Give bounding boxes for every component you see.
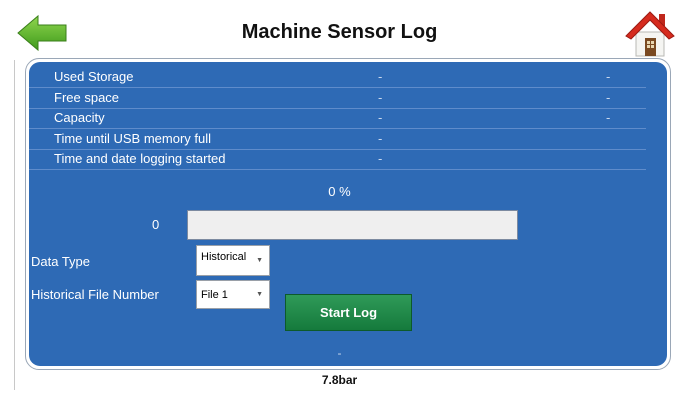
data-type-label: Data Type	[31, 254, 91, 269]
left-border-line	[14, 60, 15, 390]
info-label: Capacity	[54, 110, 105, 125]
file-number-value: File 1	[201, 289, 228, 301]
info-value: -	[378, 69, 383, 84]
home-icon	[625, 11, 675, 57]
info-label: Time and date logging started	[54, 151, 226, 166]
chevron-down-icon: ▼	[256, 257, 263, 264]
info-label: Used Storage	[54, 69, 134, 84]
data-type-value: Historical	[201, 251, 247, 263]
data-type-select[interactable]: Historical ▼	[196, 245, 270, 276]
info-value-secondary: -	[606, 90, 611, 105]
info-value: -	[378, 90, 383, 105]
progress-bar	[187, 210, 518, 240]
info-row-free-space: Free space - -	[29, 88, 646, 109]
info-value-secondary: -	[606, 110, 611, 125]
footer-value: -	[337, 346, 342, 360]
info-value: -	[378, 151, 383, 166]
info-row-used-storage: Used Storage - -	[29, 67, 646, 88]
file-number-select[interactable]: File 1 ▼	[196, 280, 270, 309]
info-label: Time until USB memory full	[54, 131, 211, 146]
home-button[interactable]	[624, 8, 676, 60]
pressure-status: 7.8bar	[321, 373, 358, 387]
info-row-time-until-full: Time until USB memory full -	[29, 129, 646, 150]
info-value: -	[378, 110, 383, 125]
progress-percent: 0 %	[328, 184, 351, 199]
info-row-logging-started: Time and date logging started -	[29, 149, 646, 170]
record-count: 0	[152, 217, 160, 232]
chevron-down-icon: ▼	[256, 291, 263, 298]
page-title: Machine Sensor Log	[241, 21, 438, 43]
header-bar: Machine Sensor Log	[0, 0, 679, 62]
info-value-secondary: -	[606, 69, 611, 84]
info-row-capacity: Capacity - -	[29, 108, 646, 129]
info-label: Free space	[54, 90, 120, 105]
start-log-button[interactable]: Start Log	[285, 294, 412, 331]
file-number-label: Historical File Number	[31, 287, 159, 302]
info-value: -	[378, 131, 383, 146]
